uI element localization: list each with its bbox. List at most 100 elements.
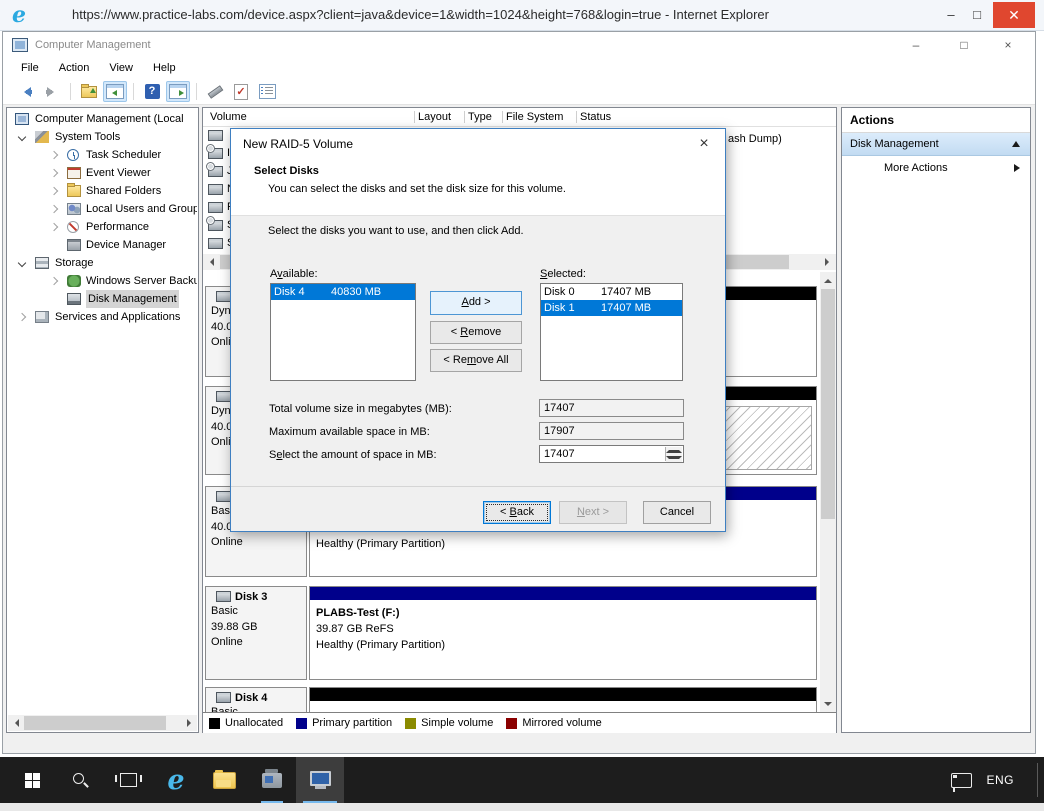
column-header-volume[interactable]: Volume — [210, 109, 247, 125]
next-button[interactable]: Next > — [559, 501, 627, 524]
tree-item-computer-management-local[interactable]: Computer Management (Local — [7, 110, 197, 128]
column-header-layout[interactable]: Layout — [418, 109, 451, 125]
tool-icon[interactable] — [203, 81, 227, 102]
tree-item-device-manager[interactable]: Device Manager — [7, 236, 197, 254]
dialog-close-button[interactable]: × — [693, 133, 715, 155]
add-button[interactable]: Add > — [430, 291, 522, 315]
column-separator[interactable] — [502, 111, 503, 123]
action-pane-icon[interactable] — [166, 81, 190, 102]
taskbar-computer-management-button[interactable] — [296, 757, 344, 803]
taskbar-search-button[interactable] — [56, 757, 104, 803]
chevron-right-icon[interactable] — [49, 168, 59, 178]
check-document-icon[interactable] — [229, 81, 253, 102]
tree-item-shared-folders[interactable]: Shared Folders — [7, 182, 197, 200]
scroll-left-button[interactable] — [203, 254, 219, 270]
cd-volume-icon — [206, 161, 223, 177]
menu-view[interactable]: View — [99, 58, 143, 79]
scroll-right-button[interactable] — [181, 715, 197, 731]
chevron-down-icon[interactable] — [17, 258, 27, 268]
tree-item-local-users-and-groups[interactable]: Local Users and Groups — [7, 200, 197, 218]
tree-item-services-and-applications[interactable]: Services and Applications — [7, 308, 197, 326]
internet-explorer-icon — [167, 767, 184, 794]
scrollbar-thumb[interactable] — [24, 716, 166, 730]
tree-item-task-scheduler[interactable]: Task Scheduler — [7, 146, 197, 164]
show-desktop-button[interactable] — [1037, 763, 1038, 797]
menu-file[interactable]: File — [11, 58, 49, 79]
disk-list-item-disk-4[interactable]: Disk 4 40830 MB — [271, 284, 415, 300]
taskbar-server-manager-button[interactable] — [248, 757, 296, 803]
language-indicator[interactable]: ENG — [986, 773, 1014, 787]
scrollbar-thumb[interactable] — [821, 289, 835, 519]
selected-disks-listbox[interactable]: Disk 0 17407 MB Disk 1 17407 MB — [540, 283, 683, 381]
taskbar-start-button[interactable] — [8, 757, 56, 803]
list-view-icon[interactable] — [255, 81, 279, 102]
column-header-file-system[interactable]: File System — [506, 109, 563, 125]
column-header-type[interactable]: Type — [468, 109, 492, 125]
browser-close-button[interactable]: ✕ — [993, 2, 1035, 28]
tree-item-storage[interactable]: Storage — [7, 254, 197, 272]
space-amount-input[interactable]: 17407 — [539, 445, 684, 463]
disk-item-name: Disk 4 — [274, 286, 305, 298]
scroll-right-button[interactable] — [819, 254, 835, 270]
disk-list-item-disk-0[interactable]: Disk 0 17407 MB — [541, 284, 682, 300]
tree-item-event-viewer[interactable]: Event Viewer — [7, 164, 197, 182]
remove-button[interactable]: < Remove — [430, 321, 522, 344]
taskbar-internet-explorer-button[interactable] — [152, 757, 200, 803]
browser-minimize-button[interactable]: – — [938, 3, 964, 27]
app-maximize-button[interactable]: □ — [949, 32, 979, 58]
disk-header-cell[interactable]: Disk 3 Basic 39.88 GB Online — [205, 586, 307, 680]
new-raid5-volume-dialog: New RAID-5 Volume × Select Disks You can… — [230, 128, 726, 532]
column-separator[interactable] — [414, 111, 415, 123]
tree-item-label: Computer Management (Local — [35, 113, 184, 125]
column-separator[interactable] — [576, 111, 577, 123]
chevron-right-icon[interactable] — [49, 222, 59, 232]
tree-item-windows-server-backup[interactable]: Windows Server Backup — [7, 272, 197, 290]
menu-help[interactable]: Help — [143, 58, 186, 79]
tree-item-system-tools[interactable]: System Tools — [7, 128, 197, 146]
taskbar-task-view-button[interactable] — [104, 757, 152, 803]
tree-item-disk-management[interactable]: Disk Management — [7, 290, 197, 308]
chevron-right-icon[interactable] — [49, 276, 59, 286]
partition-box[interactable]: PLABS-Test (F:) 39.87 GB ReFS Healthy (Pri… — [309, 586, 817, 680]
spin-down-button[interactable] — [666, 454, 682, 462]
disk-header-cell[interactable]: Disk 4 Basic — [205, 687, 307, 712]
chevron-down-icon[interactable] — [17, 132, 27, 142]
chevron-right-icon[interactable] — [49, 150, 59, 160]
disk-list-item-disk-1[interactable]: Disk 1 17407 MB — [541, 300, 682, 316]
spin-up-button[interactable] — [666, 446, 682, 454]
internet-explorer-icon — [12, 2, 34, 28]
chevron-right-icon[interactable] — [49, 186, 59, 196]
scroll-up-button[interactable] — [820, 272, 836, 288]
spinner-control[interactable] — [665, 446, 682, 462]
actions-group-disk-management[interactable]: Disk Management — [842, 133, 1030, 156]
app-close-button[interactable]: × — [993, 32, 1023, 58]
browser-maximize-button[interactable]: □ — [964, 3, 990, 27]
taskbar-file-explorer-button[interactable] — [200, 757, 248, 803]
column-separator[interactable] — [464, 111, 465, 123]
menu-action[interactable]: Action — [49, 58, 100, 79]
chevron-right-icon[interactable] — [49, 204, 59, 214]
app-minimize-button[interactable]: – — [901, 32, 931, 58]
actions-group-label: Disk Management — [850, 138, 939, 150]
partition-box[interactable] — [309, 687, 817, 712]
help-icon[interactable] — [140, 81, 164, 102]
disk-management-icon — [67, 293, 81, 305]
forward-icon[interactable] — [40, 81, 64, 102]
scroll-left-button[interactable] — [8, 715, 24, 731]
cancel-button[interactable]: Cancel — [643, 501, 711, 524]
console-tree-icon[interactable] — [103, 81, 127, 102]
more-actions-item[interactable]: More Actions — [842, 156, 1030, 180]
touch-keyboard-icon[interactable] — [951, 772, 973, 792]
chevron-right-icon[interactable] — [17, 312, 27, 322]
available-disks-listbox[interactable]: Disk 4 40830 MB — [270, 283, 416, 381]
tree-horizontal-scrollbar[interactable] — [8, 715, 197, 731]
back-icon[interactable] — [14, 81, 38, 102]
scroll-down-button[interactable] — [820, 696, 836, 712]
column-header-status[interactable]: Status — [580, 109, 611, 125]
tree-item-performance[interactable]: Performance — [7, 218, 197, 236]
back-button[interactable]: < Back — [483, 501, 551, 524]
remove-all-button[interactable]: < Remove All — [430, 349, 522, 372]
export-icon[interactable] — [77, 81, 101, 102]
disk-view-vertical-scrollbar[interactable] — [820, 272, 836, 712]
collapse-icon[interactable] — [1012, 141, 1020, 147]
